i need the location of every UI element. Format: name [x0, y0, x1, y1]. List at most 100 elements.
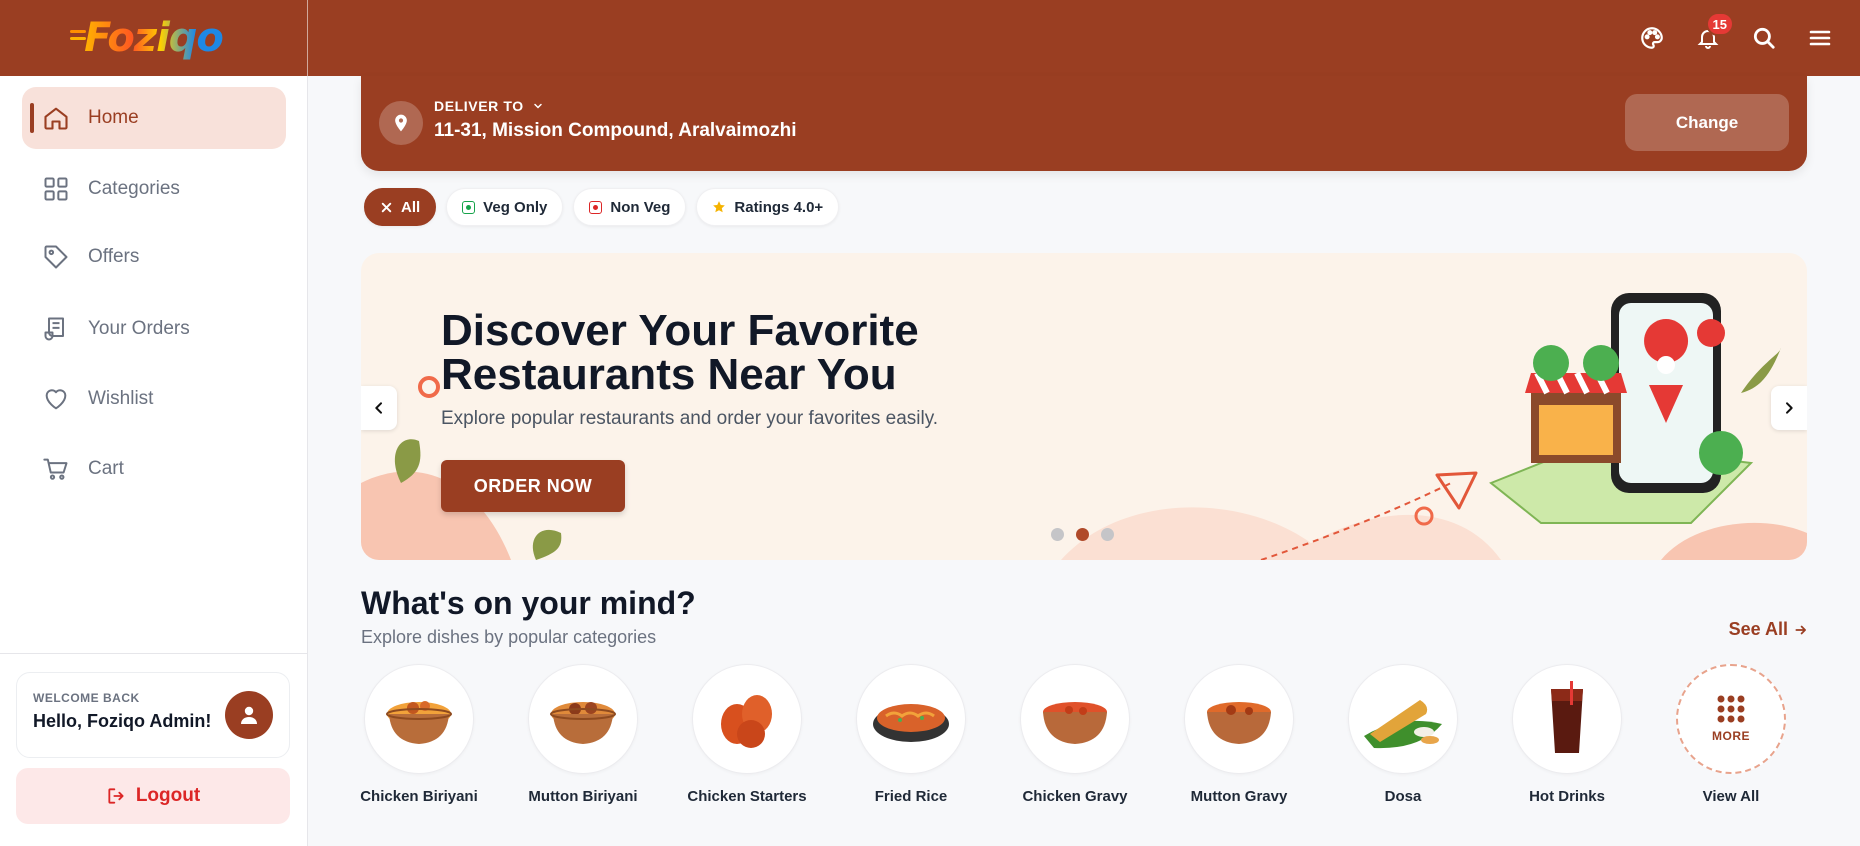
filter-veg-only[interactable]: Veg Only	[446, 188, 564, 226]
deliver-to-label: DELIVER TO	[434, 98, 524, 114]
drink-glass-icon	[1551, 681, 1583, 753]
promo-banner: Discover Your Favorite Restaurants Near …	[361, 253, 1807, 560]
category-chicken-biriyani[interactable]: Chicken Biriyani	[334, 664, 504, 805]
sidebar-item-categories[interactable]: Categories	[22, 158, 286, 220]
logo-text: Foziqo	[84, 15, 224, 61]
category-view-all[interactable]: MORE View All	[1646, 664, 1816, 805]
gravy-bowl-icon	[1043, 702, 1107, 744]
sidebar-item-offers[interactable]: Offers	[22, 226, 286, 288]
category-image	[692, 664, 802, 774]
dosa-icon	[1364, 700, 1442, 749]
sidebar-item-label: Wishlist	[88, 388, 154, 409]
non-veg-icon	[589, 200, 603, 214]
category-label: Chicken Biriyani	[360, 788, 478, 805]
category-chicken-gravy[interactable]: Chicken Gravy	[990, 664, 1160, 805]
logout-button[interactable]: Logout	[16, 768, 290, 824]
menu-icon[interactable]	[1806, 24, 1834, 52]
gravy-bowl-icon	[1207, 702, 1271, 744]
filter-label: Veg Only	[483, 198, 548, 216]
category-label: Mutton Biriyani	[528, 788, 638, 805]
category-label: Fried Rice	[874, 788, 948, 805]
change-address-button[interactable]: Change	[1625, 94, 1789, 151]
carousel-dot-active[interactable]	[1076, 528, 1089, 541]
search-icon[interactable]	[1750, 24, 1778, 52]
category-hot-drinks[interactable]: Hot Drinks	[1482, 664, 1652, 805]
sidebar-item-label: Home	[88, 107, 139, 128]
sidebar-item-wishlist[interactable]: Wishlist	[22, 368, 286, 430]
category-mutton-biriyani[interactable]: Mutton Biriyani	[498, 664, 668, 805]
filter-label: All	[401, 198, 421, 216]
see-all-link[interactable]: See All	[1729, 619, 1808, 640]
sidebar-item-label: Your Orders	[88, 318, 190, 339]
deliver-to-dropdown[interactable]: DELIVER TO	[434, 98, 544, 114]
category-label: Chicken Gravy	[1022, 788, 1128, 805]
logo[interactable]: Foziqo	[70, 15, 224, 61]
chicken-leg-icon	[721, 695, 772, 748]
order-now-button[interactable]: ORDER NOW	[441, 460, 625, 512]
palette-icon[interactable]	[1638, 24, 1666, 52]
sidebar-item-home[interactable]: Home	[22, 87, 286, 149]
category-list: Chicken Biriyani Mutton Biriyani Chicken…	[360, 664, 1804, 814]
sidebar-divider	[0, 653, 308, 654]
grid-icon	[44, 177, 68, 201]
veg-icon	[462, 200, 476, 214]
biriyani-pot-icon	[550, 702, 616, 744]
section-title: What's on your mind?	[361, 585, 696, 621]
heart-icon	[45, 389, 67, 410]
category-fried-rice[interactable]: Fried Rice	[826, 664, 996, 805]
category-image	[528, 664, 638, 774]
category-chicken-starters[interactable]: Chicken Starters	[662, 664, 832, 805]
carousel-prev-button[interactable]	[361, 386, 397, 430]
receipt-icon	[44, 317, 64, 341]
biriyani-pot-icon	[386, 701, 452, 744]
filter-all[interactable]: All	[364, 188, 437, 226]
category-image	[1184, 664, 1294, 774]
chevron-left-icon	[375, 402, 382, 414]
logout-icon	[108, 788, 124, 804]
filter-ratings[interactable]: Ratings 4.0+	[696, 188, 840, 226]
carousel-dot[interactable]	[1101, 528, 1114, 541]
tag-icon	[44, 245, 68, 269]
category-image	[856, 664, 966, 774]
category-label: Chicken Starters	[687, 788, 807, 805]
carousel-dots	[1051, 528, 1114, 541]
banner-subtitle: Explore popular restaurants and order yo…	[441, 408, 939, 429]
category-image	[1512, 664, 1622, 774]
banner-title: Discover Your Favorite Restaurants Near …	[441, 309, 1001, 397]
category-mutton-gravy[interactable]: Mutton Gravy	[1154, 664, 1324, 805]
section-subtitle: Explore dishes by popular categories	[361, 627, 657, 647]
category-label: View All	[1702, 788, 1760, 805]
close-icon	[381, 202, 392, 212]
carousel-next-button[interactable]	[1771, 386, 1807, 430]
category-image	[1348, 664, 1458, 774]
welcome-card: WELCOME BACK Hello, Foziqo Admin!	[16, 672, 290, 758]
location-pin-icon	[379, 101, 423, 145]
category-image	[364, 664, 474, 774]
top-bar: Foziqo 15	[0, 0, 1860, 76]
view-all-circle: MORE	[1676, 664, 1786, 774]
category-label: Hot Drinks	[1529, 788, 1605, 805]
carousel-dot[interactable]	[1051, 528, 1064, 541]
filter-non-veg[interactable]: Non Veg	[573, 188, 687, 226]
banner-decoration	[361, 293, 1807, 560]
filter-chips: All Veg Only Non Veg Ratings 4.0+	[364, 188, 840, 226]
category-dosa[interactable]: Dosa	[1318, 664, 1488, 805]
logo-area[interactable]: Foziqo	[0, 0, 308, 76]
sidebar-item-your-orders[interactable]: Your Orders	[22, 298, 286, 360]
sidebar-item-label: Cart	[88, 458, 124, 479]
arrow-right-icon	[1795, 625, 1806, 634]
category-image	[1020, 664, 1130, 774]
notification-button[interactable]: 15	[1694, 12, 1734, 52]
avatar[interactable]	[225, 691, 273, 739]
chevron-right-icon	[1786, 402, 1793, 414]
sidebar-item-cart[interactable]: Cart	[22, 438, 286, 500]
top-actions: 15	[1638, 0, 1860, 76]
logout-label: Logout	[135, 785, 201, 806]
sidebar-item-label: Offers	[88, 246, 140, 267]
filter-label: Non Veg	[610, 198, 671, 216]
delivery-address: 11-31, Mission Compound, Aralvaimozhi	[434, 120, 797, 141]
category-label: Dosa	[1384, 788, 1422, 805]
banner-title-line1: Discover Your Favorite	[441, 306, 919, 355]
star-icon	[713, 201, 726, 213]
dots-grid-icon	[1717, 695, 1745, 723]
